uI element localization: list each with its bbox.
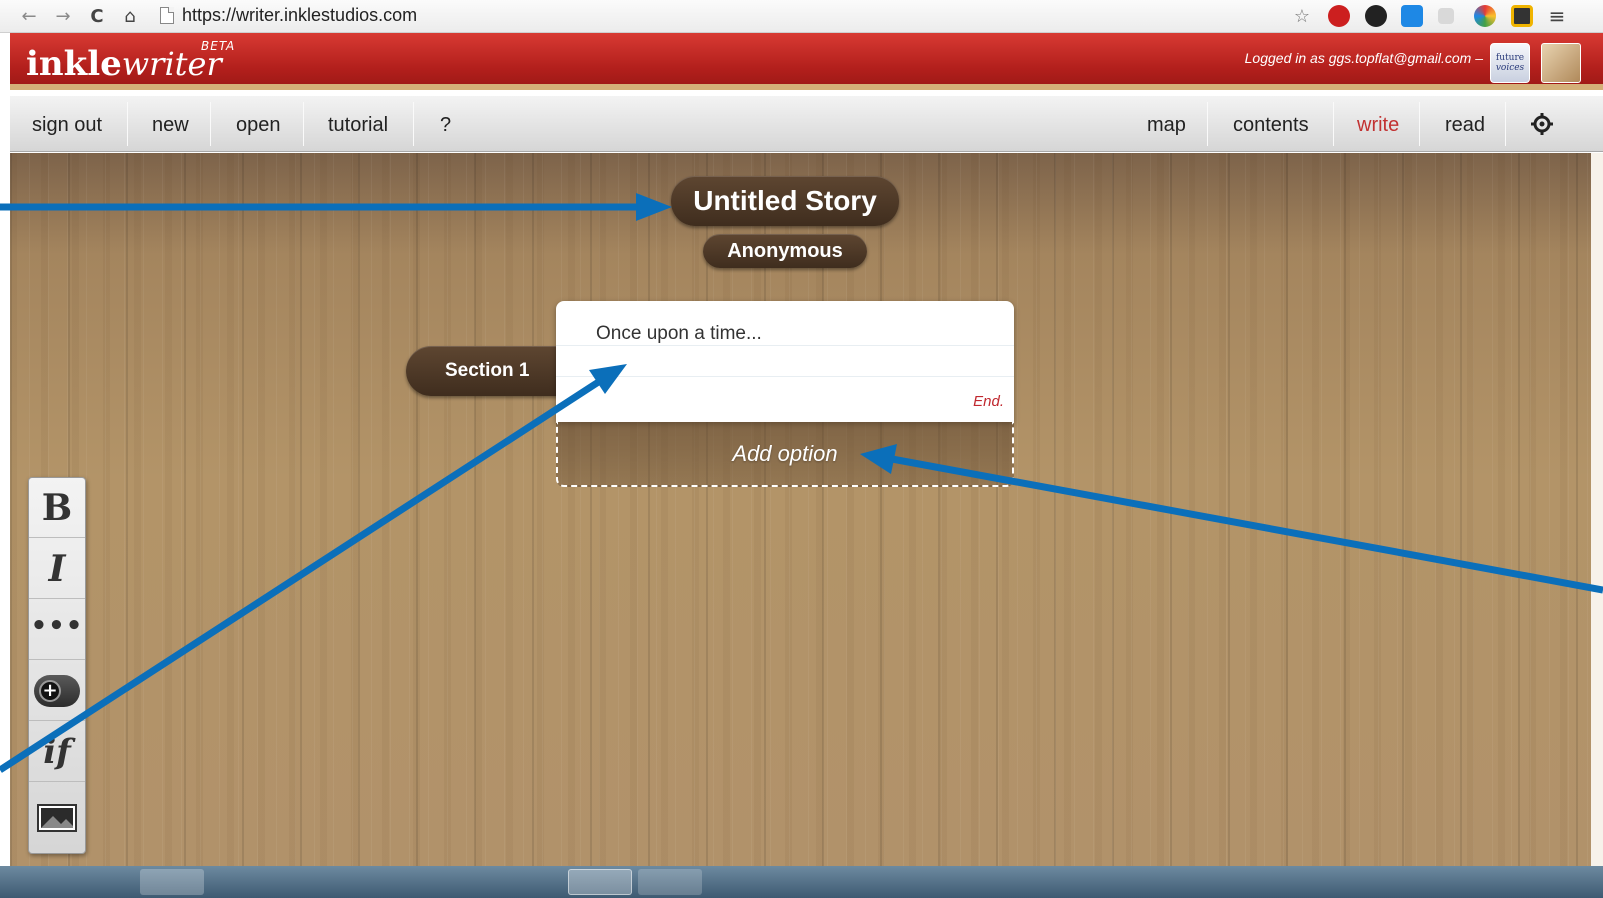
toolbar-divider [1419, 102, 1420, 146]
star-icon[interactable]: ☆ [1291, 4, 1313, 28]
extension-d-icon[interactable] [1401, 5, 1423, 27]
avatar[interactable] [1541, 43, 1581, 83]
section-label[interactable]: Section 1 [406, 346, 566, 396]
badge-line-1: future [1495, 53, 1525, 63]
plus-icon: + [39, 679, 61, 702]
page-icon [160, 7, 174, 24]
taskbar-app[interactable] [568, 869, 632, 895]
os-taskbar [0, 866, 1603, 898]
login-status: Logged in as ggs.topflat@gmail.com – [1244, 50, 1483, 66]
toolbar-divider [1505, 102, 1506, 146]
taskbar-app[interactable] [140, 869, 204, 895]
color-picker-icon[interactable] [1474, 5, 1496, 27]
address-bar[interactable]: https://writer.inklestudios.com [182, 5, 417, 26]
main-toolbar: sign out new open tutorial ? map content… [10, 96, 1603, 152]
back-icon[interactable]: ← [18, 4, 40, 28]
image-icon [37, 804, 77, 832]
ellipsis-button[interactable]: ••• [29, 600, 85, 660]
story-title[interactable]: Untitled Story [671, 176, 899, 226]
bold-button[interactable]: B [29, 478, 85, 538]
settings-gear-icon[interactable] [1528, 110, 1556, 138]
new-button[interactable]: new [152, 96, 189, 152]
extension-dark-icon[interactable] [1365, 5, 1387, 27]
open-button[interactable]: open [236, 96, 281, 152]
beta-label: BETA [201, 39, 236, 53]
add-option-button[interactable]: Add option [556, 422, 1014, 487]
scrollbar[interactable] [1591, 153, 1603, 878]
inklewriter-app: inklewriter BETA Logged in as ggs.topfla… [10, 33, 1603, 878]
logo-bold: inkle [26, 44, 122, 84]
browser-chrome: ← → C ⌂ https://writer.inklestudios.com … [0, 0, 1603, 33]
read-button[interactable]: read [1445, 96, 1485, 152]
card-rule [556, 345, 1014, 346]
check-extension-icon[interactable] [1511, 5, 1533, 27]
reload-icon[interactable]: C [86, 4, 108, 28]
plus-pill: + [34, 674, 80, 707]
forward-icon[interactable]: → [52, 4, 74, 28]
insert-image-button[interactable] [29, 783, 85, 853]
write-button[interactable]: write [1357, 96, 1399, 152]
toolbar-divider [127, 102, 128, 146]
if-condition-button[interactable]: if [29, 722, 85, 782]
taskbar-app[interactable] [638, 869, 702, 895]
future-voices-badge[interactable]: future voices [1490, 43, 1530, 83]
add-condition-button[interactable]: + [29, 661, 85, 721]
adblock-icon[interactable] [1328, 5, 1350, 27]
home-icon[interactable]: ⌂ [119, 4, 141, 28]
toolbar-divider [1333, 102, 1334, 146]
menu-icon[interactable]: ≡ [1546, 4, 1568, 28]
tutorial-button[interactable]: tutorial [328, 96, 388, 152]
italic-button[interactable]: I [29, 539, 85, 599]
paragraph-text[interactable]: Once upon a time... [596, 323, 762, 345]
end-label: End. [973, 393, 1004, 410]
help-button[interactable]: ? [440, 96, 451, 152]
toolbar-divider [303, 102, 304, 146]
toolbar-divider [413, 102, 414, 146]
extension-grey-icon[interactable] [1438, 8, 1454, 24]
app-header: inklewriter BETA Logged in as ggs.topfla… [10, 33, 1603, 90]
paragraph-card[interactable]: Once upon a time... End. [556, 301, 1014, 422]
map-button[interactable]: map [1147, 96, 1186, 152]
sign-out-button[interactable]: sign out [32, 96, 102, 152]
contents-button[interactable]: contents [1233, 96, 1309, 152]
badge-line-2: voices [1495, 63, 1525, 73]
inklewriter-logo[interactable]: inklewriter BETA [26, 39, 234, 84]
formatting-toolbar: B I ••• + if [28, 477, 86, 854]
story-author[interactable]: Anonymous [703, 234, 867, 268]
toolbar-divider [210, 102, 211, 146]
toolbar-divider [1207, 102, 1208, 146]
card-rule [556, 376, 1014, 377]
